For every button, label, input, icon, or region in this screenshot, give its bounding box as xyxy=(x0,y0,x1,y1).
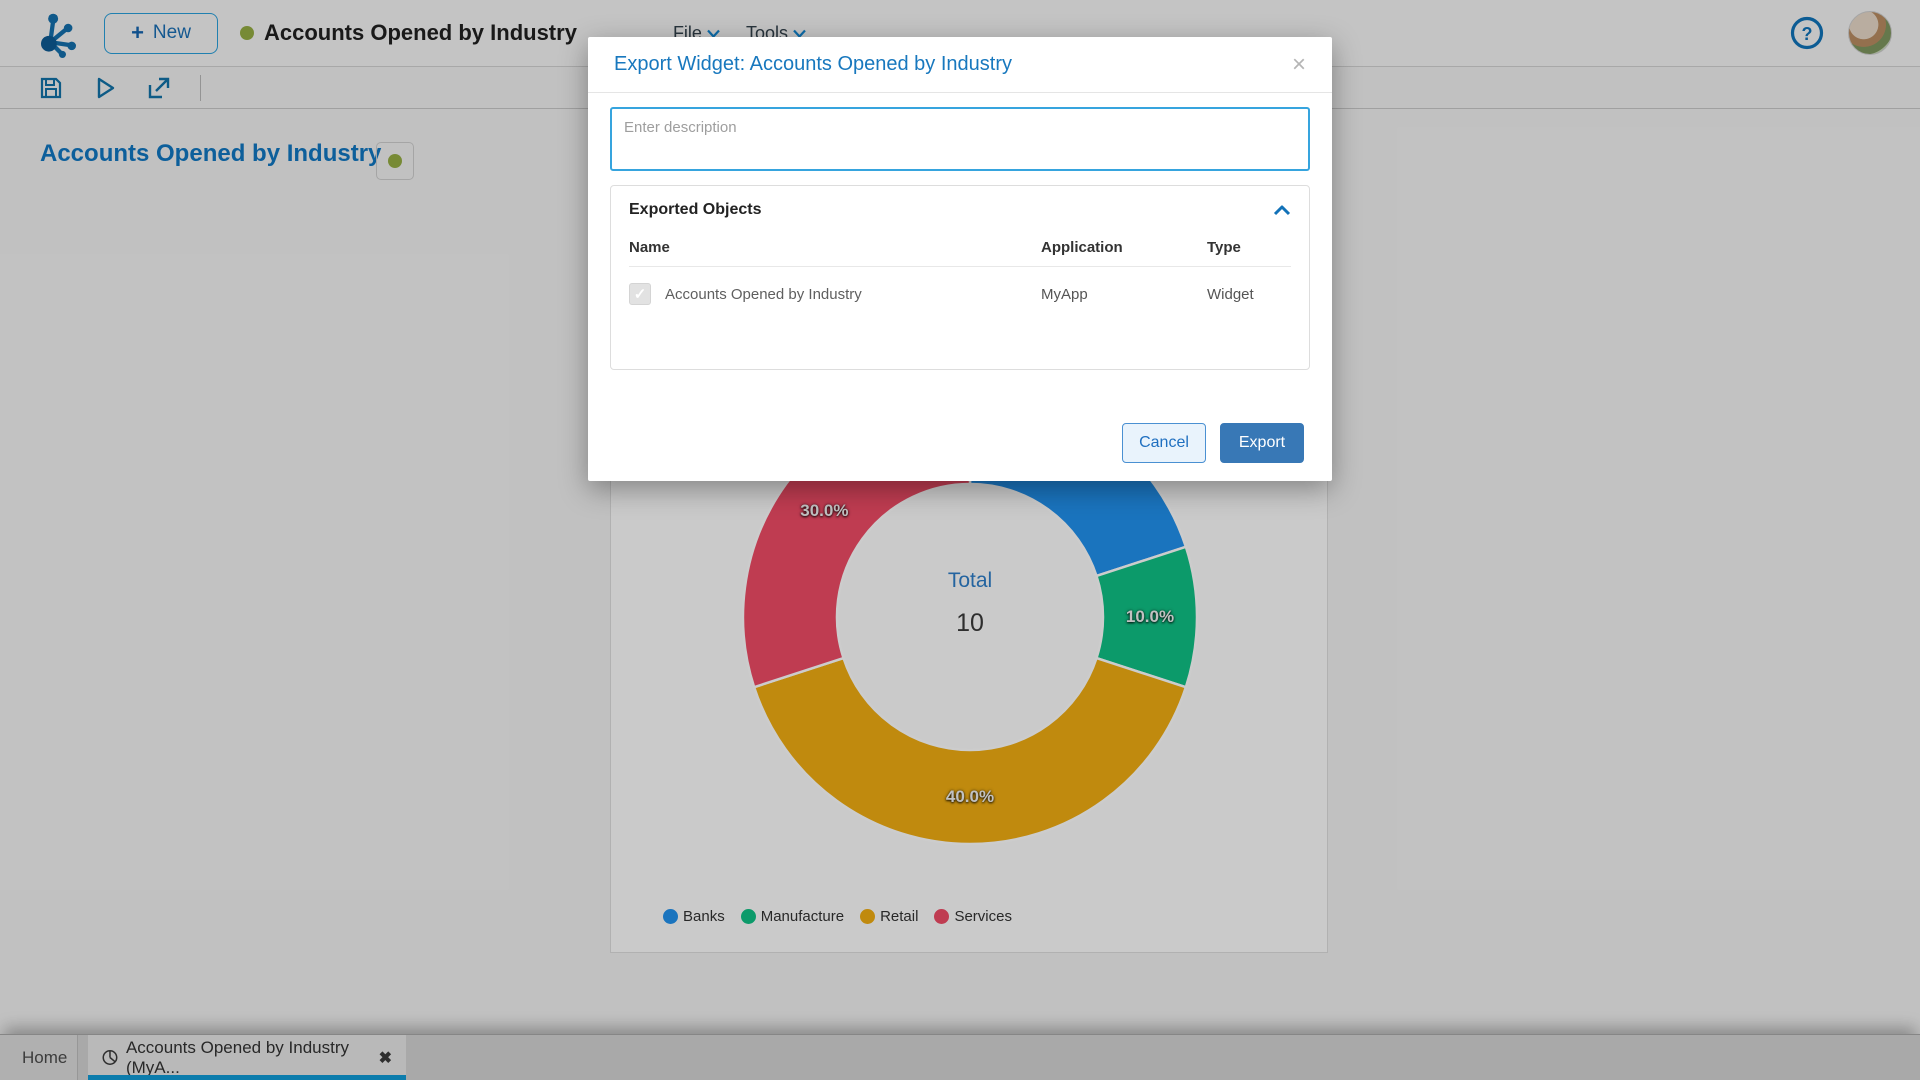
col-header-type: Type xyxy=(1207,239,1291,256)
row-type: Widget xyxy=(1207,286,1291,303)
col-header-name: Name xyxy=(629,239,1041,256)
close-icon[interactable]: × xyxy=(1292,53,1306,77)
cancel-button[interactable]: Cancel xyxy=(1122,423,1206,463)
description-input[interactable] xyxy=(610,107,1310,171)
modal-header: Export Widget: Accounts Opened by Indust… xyxy=(588,37,1332,93)
modal-title: Export Widget: Accounts Opened by Indust… xyxy=(614,53,1012,76)
exported-objects-section: Exported Objects Name Application Type ✓… xyxy=(610,185,1310,370)
col-header-application: Application xyxy=(1041,239,1207,256)
chevron-up-icon[interactable] xyxy=(1273,201,1291,219)
exported-objects-table: Name Application Type ✓ Accounts Opened … xyxy=(611,225,1309,305)
exported-objects-title: Exported Objects xyxy=(629,201,761,219)
row-name: Accounts Opened by Industry xyxy=(665,286,862,303)
export-widget-dialog: Export Widget: Accounts Opened by Indust… xyxy=(588,37,1332,481)
row-checkbox[interactable]: ✓ xyxy=(629,283,651,305)
table-row: ✓ Accounts Opened by Industry MyApp Widg… xyxy=(629,267,1291,305)
row-application: MyApp xyxy=(1041,286,1207,303)
export-button[interactable]: Export xyxy=(1220,423,1304,463)
